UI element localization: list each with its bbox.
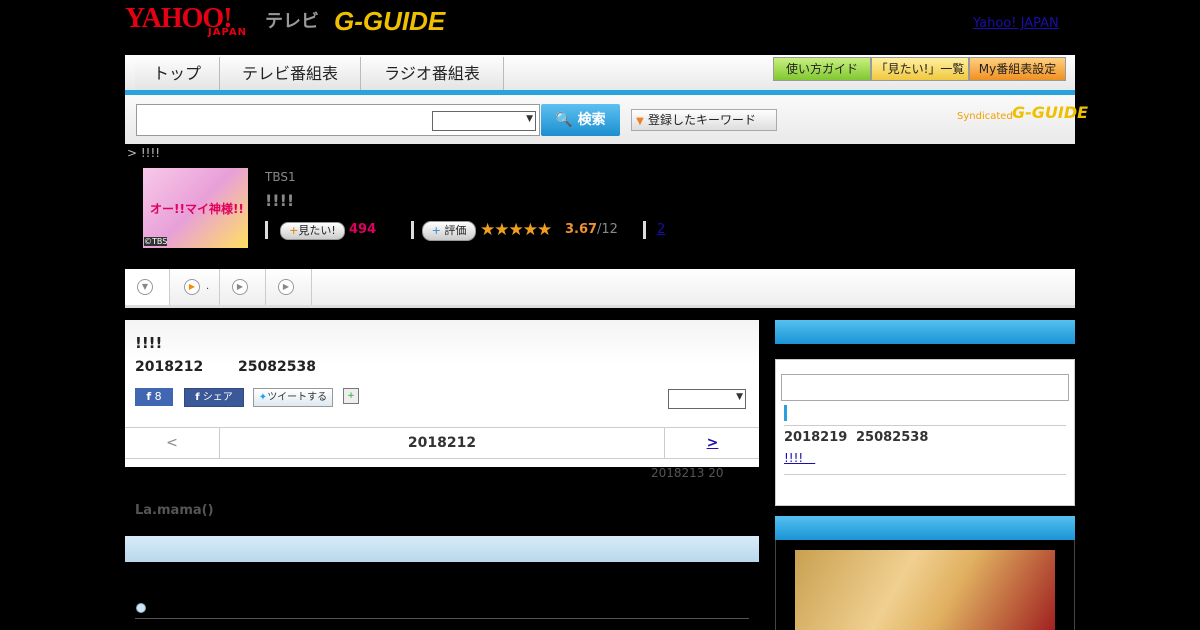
gguide-small-logo: G-GUIDE	[1012, 103, 1089, 122]
subtab-4[interactable]: ▶	[266, 269, 312, 305]
facebook-icon: f	[146, 390, 152, 403]
breadcrumb: > !!!!	[127, 146, 161, 160]
episode-id: 25082538	[238, 359, 316, 375]
star-rating-icon: ★★★★★	[480, 220, 552, 240]
sidebar-photo[interactable]	[795, 550, 1055, 630]
thumbnail-copyright: ©TBS	[144, 237, 168, 246]
mitai-button[interactable]: +見たい!	[280, 222, 345, 240]
divider	[411, 221, 414, 239]
search-category-select[interactable]: ▼	[432, 111, 536, 131]
sidebar-panel-header	[775, 516, 1075, 540]
facebook-icon: f	[195, 392, 200, 403]
next-broadcast-date: 2018219	[784, 430, 848, 445]
yahoo-japan-logo-text: JAPAN	[208, 27, 247, 38]
tab-radio-guide[interactable]: ラジオ番組表	[361, 57, 504, 90]
subtab-3[interactable]: ▶	[220, 269, 266, 305]
episode-date: 2018212	[135, 359, 204, 375]
episode-title: !!!!	[135, 334, 163, 352]
subtab-1[interactable]: ▼	[125, 269, 170, 305]
chevron-down-icon: ▼	[137, 279, 153, 295]
facebook-share-button[interactable]: f シェア	[184, 388, 244, 407]
chevron-down-icon: ▼	[526, 114, 533, 124]
tweet-button[interactable]: ✦ツイートする	[253, 388, 333, 407]
plus-icon: +	[289, 224, 299, 237]
registered-keyword-button[interactable]: ▼ 登録したキーワード	[631, 109, 777, 131]
chevron-down-icon: ▼	[736, 392, 743, 402]
thumbnail-title-text: オー!!マイ神様!!	[150, 202, 244, 216]
gguide-logo[interactable]: G-GUIDE	[334, 6, 445, 37]
syndicated-label: Syndicated	[957, 111, 1013, 122]
twitter-bird-icon: ✦	[258, 392, 268, 403]
divider	[265, 221, 268, 239]
facebook-share-label: シェア	[202, 392, 233, 403]
plus-icon: +	[431, 224, 441, 237]
yahoo-japan-link[interactable]: Yahoo! JAPAN	[973, 16, 1059, 31]
rating-count: /12	[597, 222, 618, 237]
review-count-link[interactable]: 2	[657, 222, 665, 237]
program-title: !!!!	[265, 191, 295, 210]
subtab-2[interactable]: ▶.	[170, 269, 220, 305]
tab-top[interactable]: トップ	[135, 57, 220, 90]
keyword-button-label: 登録したキーワード	[648, 113, 757, 127]
sidebar-marker	[784, 405, 787, 421]
cast-info: La.mama()	[135, 503, 214, 518]
divider	[784, 425, 1066, 426]
subtab-2-dot: .	[206, 281, 210, 292]
rate-label: 評価	[444, 224, 467, 237]
tab-tv-guide[interactable]: テレビ番組表	[220, 57, 361, 90]
episode-select[interactable]: ▼	[668, 389, 746, 409]
update-timestamp: 2018213 20	[651, 466, 724, 480]
calendar-add-icon[interactable]: +	[343, 388, 359, 404]
date-pager: < 2018212 >	[125, 427, 759, 459]
bullet-icon	[136, 603, 146, 613]
divider	[643, 221, 646, 239]
facebook-like-count: 8	[154, 390, 162, 403]
next-broadcast-id: 25082538	[856, 430, 929, 445]
play-icon: ▶	[232, 279, 248, 295]
tweet-label: ツイートする	[267, 392, 328, 403]
facebook-like-button[interactable]: f 8	[135, 388, 173, 406]
pager-current-date: 2018212	[407, 435, 477, 451]
usage-guide-button[interactable]: 使い方ガイド	[773, 57, 871, 81]
sub-tabs: ▼ ▶. ▶ ▶	[125, 269, 1075, 308]
section-header-bar	[125, 536, 759, 562]
tv-logo[interactable]: テレビ	[265, 7, 319, 33]
search-button[interactable]: 🔍 検索	[541, 104, 620, 136]
next-date-button[interactable]: >	[664, 428, 760, 458]
rate-button[interactable]: + 評価	[422, 221, 476, 241]
divider	[784, 474, 1066, 475]
next-broadcast-link[interactable]: !!!!	[784, 449, 815, 466]
sidebar-panel-header	[775, 320, 1075, 344]
prev-date-button[interactable]: <	[125, 428, 220, 458]
divider	[135, 618, 749, 619]
sidebar-input[interactable]	[781, 374, 1069, 401]
search-icon: 🔍	[555, 112, 573, 128]
mitai-list-button[interactable]: 「見たい!」一覧	[871, 57, 969, 81]
play-icon: ▶	[278, 279, 294, 295]
mitai-label: 見たい!	[298, 224, 336, 237]
search-button-label: 検索	[577, 112, 606, 128]
my-guide-settings-button[interactable]: My番組表設定	[969, 57, 1066, 81]
chevron-down-icon: ▼	[636, 116, 644, 127]
rating-value: 3.67	[565, 222, 598, 237]
play-icon: ▶	[184, 279, 200, 295]
mitai-count: 494	[349, 222, 377, 237]
main-nav: トップ テレビ番組表 ラジオ番組表 使い方ガイド 「見たい!」一覧 My番組表設…	[125, 55, 1075, 95]
channel-label: TBS1	[265, 170, 296, 184]
